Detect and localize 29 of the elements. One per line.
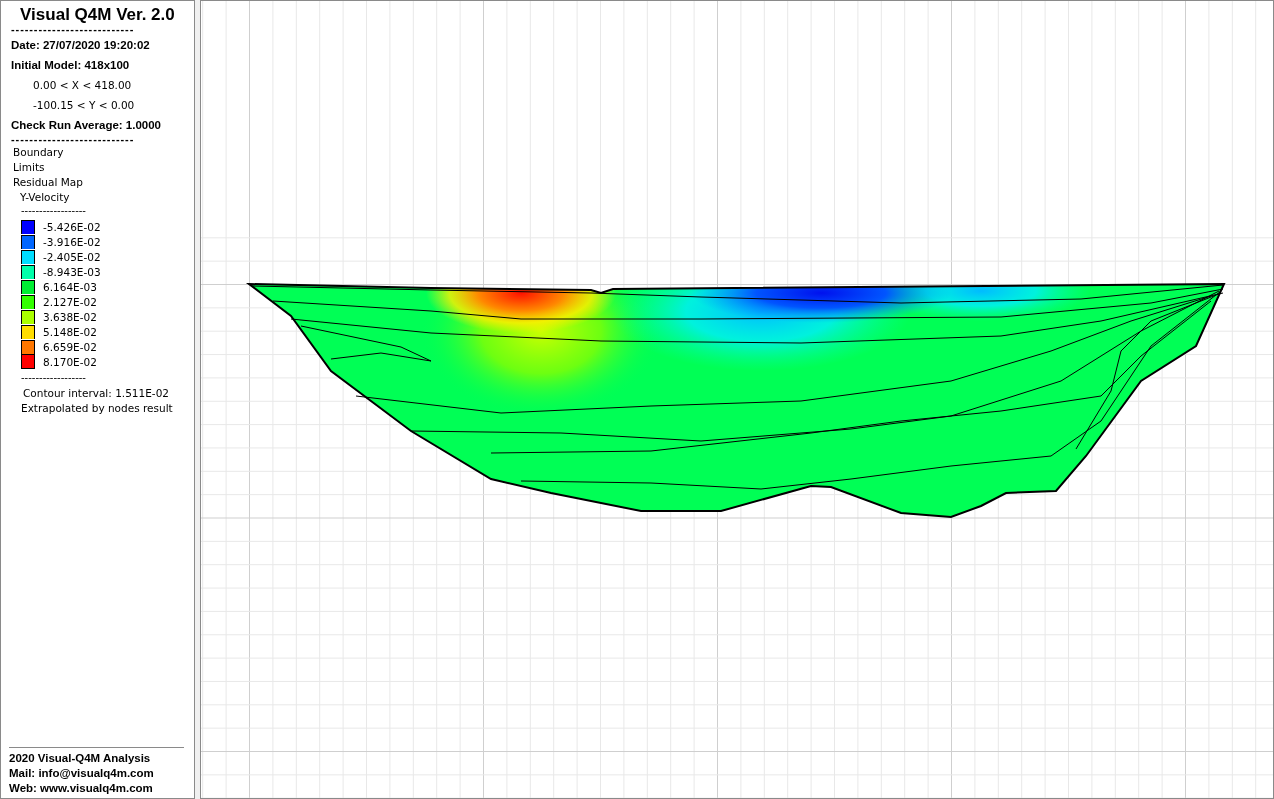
method-text: Extrapolated by nodes result	[20, 401, 174, 416]
x-range-text: 0.00 < X < 418.00	[32, 78, 133, 93]
contour-interval-text: Contour interval: 1.511E-02	[22, 386, 170, 401]
legend-value: 6.164E-03	[43, 280, 97, 293]
legend-value: 8.170E-02	[43, 355, 97, 368]
legend-value: -3.916E-02	[43, 235, 101, 248]
dashed-separator: ---------------------------	[11, 25, 136, 35]
layer-label: Boundary	[13, 145, 65, 160]
legend-value: 6.659E-02	[43, 340, 97, 353]
legend-value: -8.943E-03	[43, 265, 101, 278]
dashed-separator: ------------------	[20, 372, 87, 384]
layer-label: Limits	[13, 160, 46, 175]
date-text: Date: 27/07/2020 19:20:02	[11, 38, 151, 53]
footer-text: 2020 Visual-Q4M Analysis	[9, 751, 152, 766]
app-title: Visual Q4M Ver. 2.0	[19, 5, 176, 25]
legend-value: 5.148E-02	[43, 325, 97, 338]
model-text: Initial Model: 418x100	[11, 58, 131, 73]
legend-value: 2.127E-02	[43, 295, 97, 308]
legend-value: -2.405E-02	[43, 250, 101, 263]
variable-label: Y-Velocity	[19, 190, 71, 205]
legend-value: 3.638E-02	[43, 310, 97, 323]
legend-value: -5.426E-02	[43, 220, 101, 233]
dashed-separator: ---------------------------	[11, 135, 136, 145]
y-range-text: -100.15 < Y < 0.00	[32, 98, 136, 113]
check-run-text: Check Run Average: 1.0000	[11, 118, 162, 133]
layer-label: Residual Map	[13, 175, 84, 190]
dashed-separator: ------------------	[20, 205, 87, 217]
footer-text: Web: www.visualq4m.com	[9, 781, 154, 796]
footer-text: Mail: info@visualq4m.com	[9, 766, 155, 781]
